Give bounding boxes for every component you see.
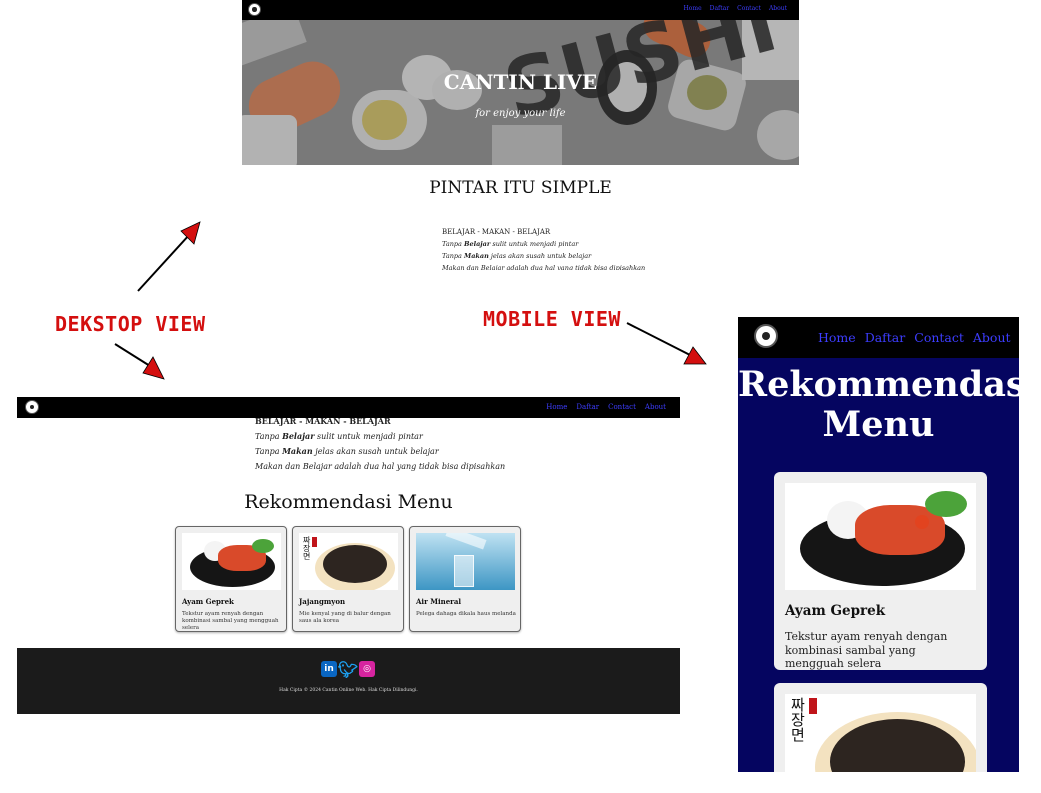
annotation-arrows: [114, 221, 707, 380]
arrow-head-mobile: [683, 346, 707, 365]
arrow-head-down: [142, 356, 165, 380]
